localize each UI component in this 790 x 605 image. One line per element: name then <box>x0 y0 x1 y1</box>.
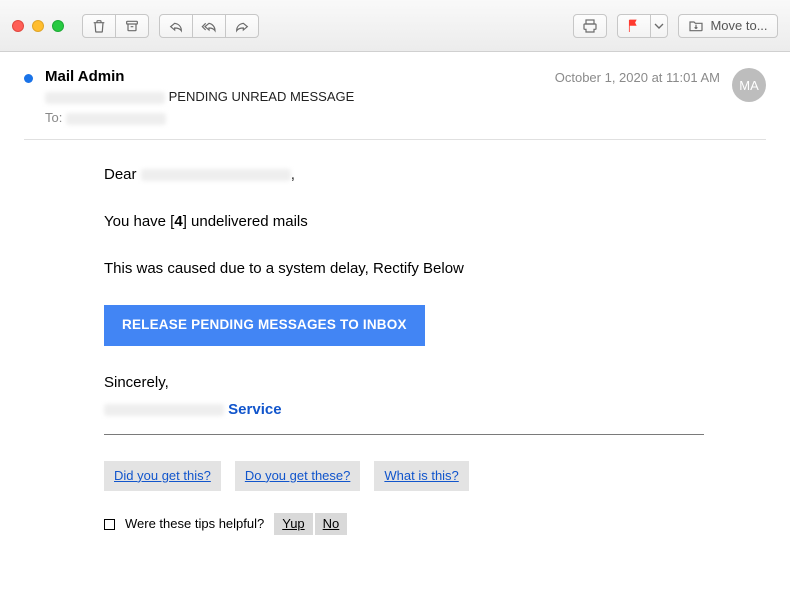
helpful-row: Were these tips helpful? Yup No <box>104 513 756 535</box>
redacted-subject-prefix: xxxxxxxxxx <box>45 92 165 104</box>
helpful-no-button[interactable]: No <box>315 513 348 535</box>
undelivered-line: You have [4] undelivered mails <box>104 211 756 232</box>
flag-button[interactable] <box>617 14 651 38</box>
undelivered-count: 4 <box>174 213 182 230</box>
message-date: October 1, 2020 at 11:01 AM <box>555 70 720 85</box>
flag-dropdown-button[interactable] <box>650 14 668 38</box>
to-row: To: xxxxxxxx <box>45 110 543 125</box>
greeting-line: Dear xxxxxxxxxxxx, <box>104 164 756 185</box>
greeting-prefix: Dear <box>104 166 141 183</box>
subject-line: xxxxxxxxxx PENDING UNREAD MESSAGE <box>45 89 543 104</box>
helpful-yes-button[interactable]: Yup <box>274 513 312 535</box>
undelivered-pre: You have [ <box>104 213 174 230</box>
subject-suffix: PENDING UNREAD MESSAGE <box>169 89 355 104</box>
reply-button[interactable] <box>159 14 193 38</box>
message-body: Dear xxxxxxxxxxxx, You have [4] undelive… <box>24 140 766 535</box>
sender-avatar: MA <box>732 68 766 102</box>
unread-indicator-dot <box>24 74 33 83</box>
print-button[interactable] <box>573 14 607 38</box>
service-link[interactable]: Service <box>228 401 281 418</box>
sender-name: Mail Admin <box>45 68 543 85</box>
redacted-recipient: xxxxxxxx <box>66 113 166 125</box>
helpful-prompt: Were these tips helpful? <box>125 515 264 533</box>
tip-link-2[interactable]: Do you get these? <box>235 461 361 491</box>
redacted-greeting-name: xxxxxxxxxxxx <box>141 169 291 181</box>
forward-button[interactable] <box>225 14 259 38</box>
reply-forward-group <box>159 14 259 38</box>
tip-link-1[interactable]: Did you get this? <box>104 461 221 491</box>
message-pane: Mail Admin xxxxxxxxxx PENDING UNREAD MES… <box>0 52 790 545</box>
close-window-button[interactable] <box>12 20 24 32</box>
minimize-window-button[interactable] <box>32 20 44 32</box>
undelivered-post: ] undelivered mails <box>183 213 308 230</box>
checkbox-icon[interactable] <box>104 519 115 530</box>
reply-all-button[interactable] <box>192 14 226 38</box>
delete-button[interactable] <box>82 14 116 38</box>
delete-archive-group <box>82 14 149 38</box>
flag-group <box>617 14 668 38</box>
body-divider <box>104 434 704 435</box>
archive-button[interactable] <box>115 14 149 38</box>
cause-line: This was caused due to a system delay, R… <box>104 258 756 279</box>
redacted-signature: xxxxxxxxxx <box>104 404 224 416</box>
window-traffic-lights <box>12 20 64 32</box>
tip-links-row: Did you get this? Do you get these? What… <box>104 461 756 491</box>
release-messages-button[interactable]: RELEASE PENDING MESSAGES TO INBOX <box>104 305 425 346</box>
move-to-button[interactable]: Move to... <box>678 14 778 38</box>
move-to-label: Move to... <box>710 18 767 33</box>
greeting-suffix: , <box>291 166 295 183</box>
window-toolbar: Move to... <box>0 0 790 52</box>
tip-link-3[interactable]: What is this? <box>374 461 468 491</box>
zoom-window-button[interactable] <box>52 20 64 32</box>
signoff-line: Sincerely, <box>104 372 756 393</box>
signature-line: xxxxxxxxxx Service <box>104 399 756 420</box>
to-label: To: <box>45 110 62 125</box>
